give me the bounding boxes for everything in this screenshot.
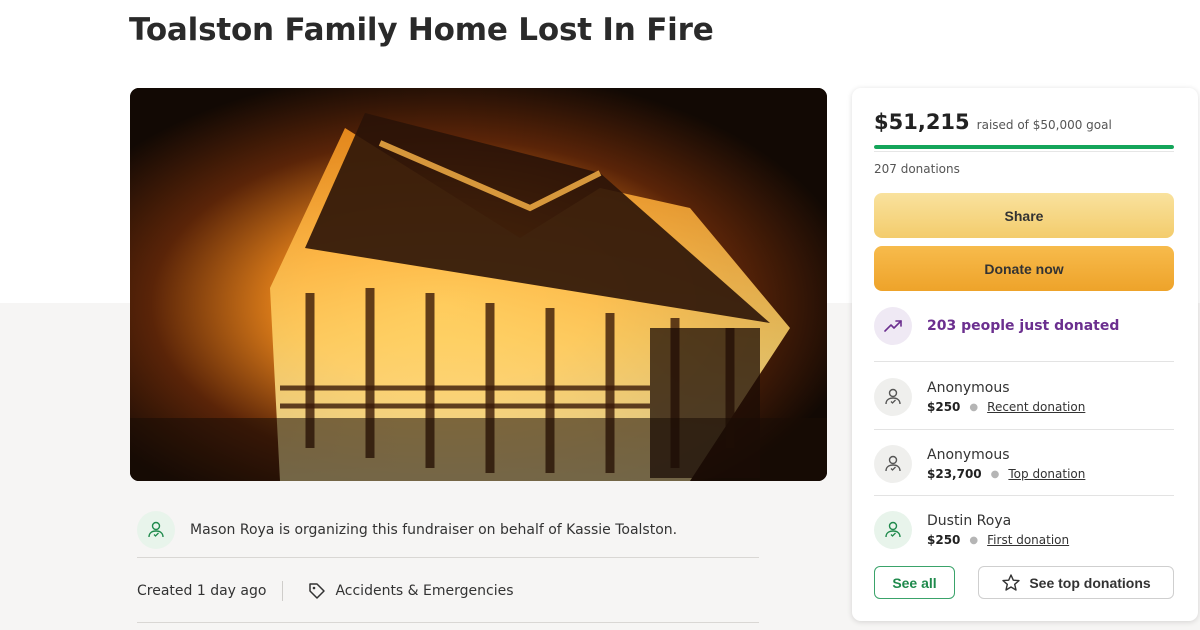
progress-divider [874, 151, 1174, 152]
donor-amount: $23,700 [927, 467, 982, 481]
category-link[interactable]: Accidents & Emergencies [307, 581, 514, 601]
donor-avatar [874, 378, 912, 416]
donate-now-button[interactable]: Donate now [874, 246, 1174, 291]
donor-tag-link[interactable]: Top donation [1008, 467, 1085, 481]
meta-divider [282, 580, 284, 601]
category-label: Accidents & Emergencies [335, 582, 514, 599]
raised-amount: $51,215 [874, 110, 970, 134]
tag-icon [309, 582, 326, 599]
user-heart-icon [885, 388, 901, 405]
progress-fill [874, 145, 1174, 149]
see-top-donations-label: See top donations [1029, 574, 1151, 591]
donor-list-divider [874, 361, 1174, 362]
raised-summary: $51,215 raised of $50,000 goal [874, 110, 1112, 134]
user-heart-icon [148, 521, 164, 537]
donor-item: Dustin Roya $250 ● First donation [874, 504, 1174, 556]
donor-tag-link[interactable]: First donation [987, 533, 1069, 547]
donor-amount: $250 [927, 400, 961, 414]
organizer-text: Mason Roya is organizing this fundraiser… [190, 521, 678, 538]
donor-amount: $250 [927, 533, 961, 547]
see-all-button[interactable]: See all [874, 566, 955, 599]
separator-dot: ● [969, 534, 979, 546]
donor-name: Anonymous [927, 447, 1010, 463]
donor-divider [874, 429, 1174, 430]
house-fire-photo [130, 88, 827, 481]
campaign-hero-image [130, 88, 827, 481]
created-date: Created 1 day ago [137, 582, 267, 599]
donation-card: $51,215 raised of $50,000 goal 207 donat… [852, 88, 1198, 621]
trending-up-icon-wrap [874, 307, 912, 345]
progress-bar [874, 145, 1174, 149]
donor-divider [874, 495, 1174, 496]
separator-dot: ● [969, 401, 979, 413]
campaign-meta: Created 1 day ago Accidents & Emergencie… [137, 573, 759, 623]
share-button[interactable]: Share [874, 193, 1174, 238]
organizer-info: Mason Roya is organizing this fundraiser… [137, 506, 759, 558]
star-icon [1002, 573, 1021, 591]
trending-up-icon [884, 320, 902, 332]
donor-avatar [874, 511, 912, 549]
donations-count: 207 donations [874, 162, 960, 176]
donor-item: Anonymous $23,700 ● Top donation [874, 438, 1174, 490]
recent-activity: 203 people just donated [874, 307, 1119, 345]
user-heart-icon [885, 521, 901, 538]
donor-name: Dustin Roya [927, 513, 1012, 529]
see-top-donations-button[interactable]: See top donations [978, 566, 1174, 599]
donor-item: Anonymous $250 ● Recent donation [874, 371, 1174, 423]
donor-avatar [874, 445, 912, 483]
separator-dot: ● [990, 468, 1000, 480]
page-title: Toalston Family Home Lost In Fire [129, 12, 714, 48]
user-heart-icon [885, 455, 901, 472]
raised-goal: raised of $50,000 goal [976, 118, 1112, 132]
donor-name: Anonymous [927, 380, 1010, 396]
organizer-avatar [137, 510, 175, 549]
donor-tag-link[interactable]: Recent donation [987, 400, 1085, 414]
trend-text: 203 people just donated [927, 318, 1120, 334]
